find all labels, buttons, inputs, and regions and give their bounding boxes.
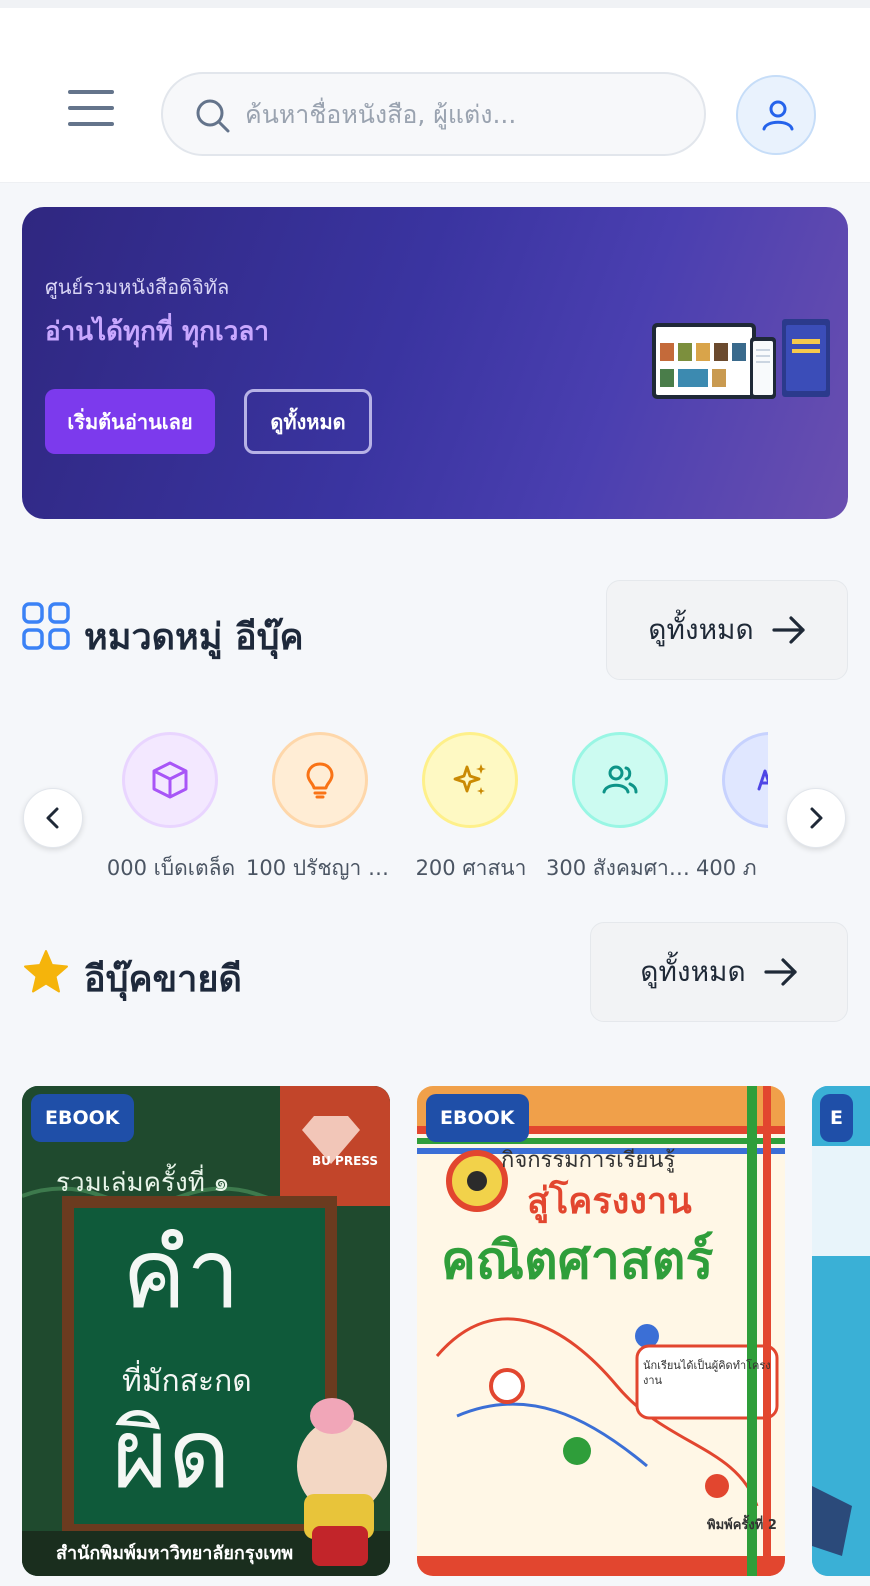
language-icon	[757, 769, 768, 791]
publisher-mark: BU PRESS	[311, 1154, 379, 1168]
category-item[interactable]: 000 เบ็ดเตล็ด	[96, 730, 244, 890]
sparkles-icon	[453, 764, 486, 795]
bestseller-title: อีบุ๊คขายดี	[84, 959, 242, 1000]
cover-top-text: รวมเล่มครั้งที่ ๑	[56, 1168, 230, 1198]
lightbulb-icon	[306, 762, 334, 799]
category-label: 400 ภ	[696, 856, 757, 880]
cover-title: คณิตศาสตร์	[441, 1231, 714, 1291]
book-card[interactable]: BU PRESS รวมเล่มครั้งที่ ๑ คำ ที่มักสะกด…	[22, 1086, 390, 1576]
hero-title: อ่านได้ทุกที่ ทุกเวลา	[45, 317, 269, 347]
arrow-right-icon	[764, 958, 797, 986]
categories-see-all-button[interactable]: ดูทั้งหมด	[606, 580, 848, 680]
category-icon-circle	[272, 732, 368, 828]
cover-note: นักเรียนได้เป็นผู้คิดทำโครงงาน	[643, 1359, 771, 1388]
menu-line	[68, 106, 114, 110]
book-card[interactable]: กิจกรรมการเรียนรู้ สู่โครงงาน คณิตศาสตร์…	[417, 1086, 785, 1576]
app-header	[0, 8, 870, 183]
user-icon	[762, 100, 794, 131]
devices-illustration	[652, 319, 830, 399]
category-label: 000 เบ็ดเตล็ด	[106, 856, 236, 880]
category-item[interactable]: 200 ศาสนา	[396, 730, 544, 890]
cover-big-text: ผิด	[112, 1398, 231, 1510]
category-carousel: 000 เบ็ดเตล็ด 100 ปรัชญา และจิตวิทยา 200…	[96, 730, 768, 890]
menu-line	[68, 90, 114, 94]
category-label: 200 ศาสนา	[415, 856, 527, 880]
category-label: 100 ปรัชญา และจิตวิทยา	[246, 856, 396, 880]
bestseller-see-all-button[interactable]: ดูทั้งหมด	[590, 922, 848, 1022]
category-item[interactable]: 300 สังคมศาสตร์	[546, 730, 696, 890]
carousel-prev-button[interactable]	[23, 788, 83, 848]
categories-title: หมวดหมู่ อีบุ๊ค	[84, 617, 304, 658]
menu-line	[68, 122, 114, 126]
status-strip	[0, 0, 870, 8]
chevron-right-icon	[810, 807, 823, 829]
book-card[interactable]: E	[812, 1086, 870, 1576]
category-icon-circle	[122, 732, 218, 828]
search-icon	[196, 99, 230, 133]
category-icon-circle	[722, 732, 768, 828]
cover-bottom-text: สำนักพิมพ์มหาวิทยาลัยกรุงเทพ	[56, 1543, 294, 1564]
star-icon	[24, 950, 68, 993]
arrow-right-icon	[772, 616, 805, 644]
grid-icon	[22, 602, 70, 650]
see-all-label: ดูทั้งหมด	[648, 613, 754, 646]
ebook-badge: E	[820, 1094, 853, 1142]
carousel-next-button[interactable]	[786, 788, 846, 848]
hamburger-menu-button[interactable]	[60, 86, 120, 136]
ebook-badge: EBOOK	[31, 1094, 134, 1142]
hero-see-all-button[interactable]: ดูทั้งหมด	[244, 389, 372, 454]
search-input[interactable]	[245, 88, 685, 140]
see-all-label: ดูทั้งหมด	[640, 955, 746, 988]
categories-header: หมวดหมู่ อีบุ๊ค ดูทั้งหมด	[22, 580, 848, 680]
cube-icon	[152, 761, 188, 799]
category-item[interactable]: 100 ปรัชญา และจิตวิทยา	[246, 730, 396, 890]
chevron-left-icon	[46, 807, 59, 829]
bestseller-header: อีบุ๊คขายดี ดูทั้งหมด	[22, 922, 848, 1022]
users-icon	[602, 765, 638, 794]
hero-subtitle: ศูนย์รวมหนังสือดิจิทัล	[45, 275, 230, 299]
book-cover-image	[812, 1086, 870, 1576]
cover-big-text: คำ	[122, 1218, 241, 1330]
hero-banner: ศูนย์รวมหนังสือดิจิทัล อ่านได้ทุกที่ ทุก…	[22, 207, 848, 519]
profile-button[interactable]	[736, 75, 816, 155]
category-icon-circle	[422, 732, 518, 828]
category-label: 300 สังคมศาสตร์	[546, 856, 696, 880]
cover-edition: พิมพ์ครั้งที่ 2	[707, 1518, 777, 1533]
search-bar	[161, 72, 706, 156]
start-reading-button[interactable]: เริ่มต้นอ่านเลย	[45, 389, 215, 454]
ebook-badge: EBOOK	[426, 1094, 529, 1142]
category-item[interactable]: 400 ภ	[696, 730, 768, 890]
category-icon-circle	[572, 732, 668, 828]
